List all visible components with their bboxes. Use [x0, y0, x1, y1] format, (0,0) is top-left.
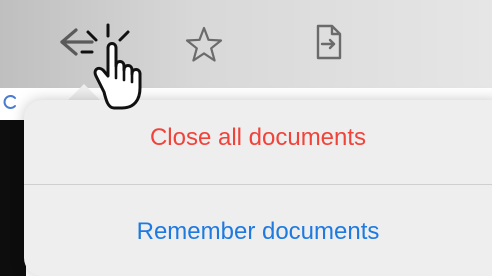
top-toolbar — [0, 0, 492, 88]
hand-tap-icon — [78, 22, 164, 112]
remember-documents-item[interactable]: Remember documents — [24, 218, 492, 246]
partial-icon — [3, 94, 19, 110]
left-dark-strip — [0, 120, 26, 276]
star-icon[interactable] — [184, 24, 224, 64]
close-all-documents-item[interactable]: Close all documents — [24, 124, 492, 152]
menu-divider — [24, 184, 492, 185]
export-document-icon[interactable] — [314, 22, 344, 62]
